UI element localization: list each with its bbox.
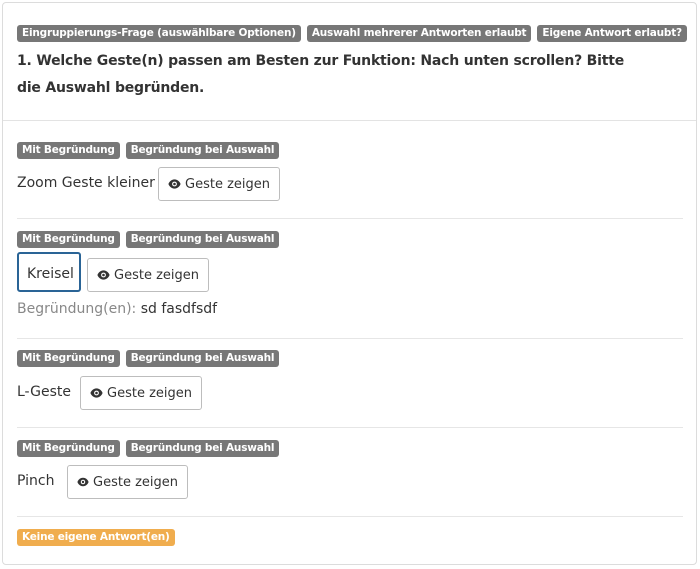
reason-label: Begründung(en): [17, 301, 137, 317]
badge-reason-on-selection: Begründung bei Auswahl [125, 231, 280, 248]
show-gesture-label: Geste zeigen [93, 474, 178, 490]
badge-with-reason: Mit Begründung [17, 231, 120, 248]
show-gesture-label: Geste zeigen [107, 385, 192, 401]
eye-icon [97, 270, 110, 280]
option-label-zoom[interactable]: Zoom Geste kleiner [17, 175, 155, 191]
badge-with-reason: Mit Begründung [17, 350, 120, 367]
badge-with-reason: Mit Begründung [17, 440, 120, 457]
option-divider [17, 338, 683, 339]
reason-text: Begründung(en): sd fasdfsdf [17, 301, 217, 317]
option-badges: Mit Begründung Begründung bei Auswahl [17, 440, 280, 457]
show-gesture-button[interactable]: Geste zeigen [87, 258, 209, 292]
badge-question-type: Eingruppierungs-Frage (auswählbare Optio… [17, 25, 301, 42]
option-label-l-geste[interactable]: L-Geste [17, 384, 71, 400]
show-gesture-button[interactable]: Geste zeigen [158, 167, 280, 201]
badge-no-own-answer: Keine eigene Antwort(en) [17, 529, 175, 546]
show-gesture-label: Geste zeigen [185, 176, 270, 192]
option-label-kreisel[interactable]: Kreisel [17, 252, 81, 292]
eye-icon [168, 179, 181, 189]
badge-reason-on-selection: Begründung bei Auswahl [125, 440, 280, 457]
badge-own-answer: Eigene Antwort erlaubt? [537, 25, 687, 42]
option-label-pinch[interactable]: Pinch [17, 473, 54, 489]
question-card: Eingruppierungs-Frage (auswählbare Optio… [2, 2, 697, 565]
question-header: Eingruppierungs-Frage (auswählbare Optio… [3, 3, 696, 121]
reason-value: sd fasdfsdf [140, 301, 218, 317]
show-gesture-button[interactable]: Geste zeigen [67, 465, 188, 499]
question-badges: Eingruppierungs-Frage (auswählbare Optio… [17, 25, 687, 42]
show-gesture-label: Geste zeigen [114, 267, 199, 283]
option-badges: Mit Begründung Begründung bei Auswahl [17, 142, 280, 159]
question-text: 1. Welche Geste(n) passen am Besten zur … [17, 53, 625, 96]
badge-with-reason: Mit Begründung [17, 142, 120, 159]
footer-badges: Keine eigene Antwort(en) [17, 529, 175, 546]
option-divider [17, 516, 683, 517]
eye-icon [77, 477, 89, 487]
option-badges: Mit Begründung Begründung bei Auswahl [17, 350, 280, 367]
show-gesture-button[interactable]: Geste zeigen [80, 376, 202, 410]
option-divider [17, 218, 683, 219]
option-badges: Mit Begründung Begründung bei Auswahl [17, 231, 280, 248]
badge-reason-on-selection: Begründung bei Auswahl [125, 142, 280, 159]
option-divider [17, 427, 683, 428]
eye-icon [90, 388, 103, 398]
badge-reason-on-selection: Begründung bei Auswahl [125, 350, 280, 367]
badge-multiple-answers: Auswahl mehrerer Antworten erlaubt [306, 25, 532, 42]
